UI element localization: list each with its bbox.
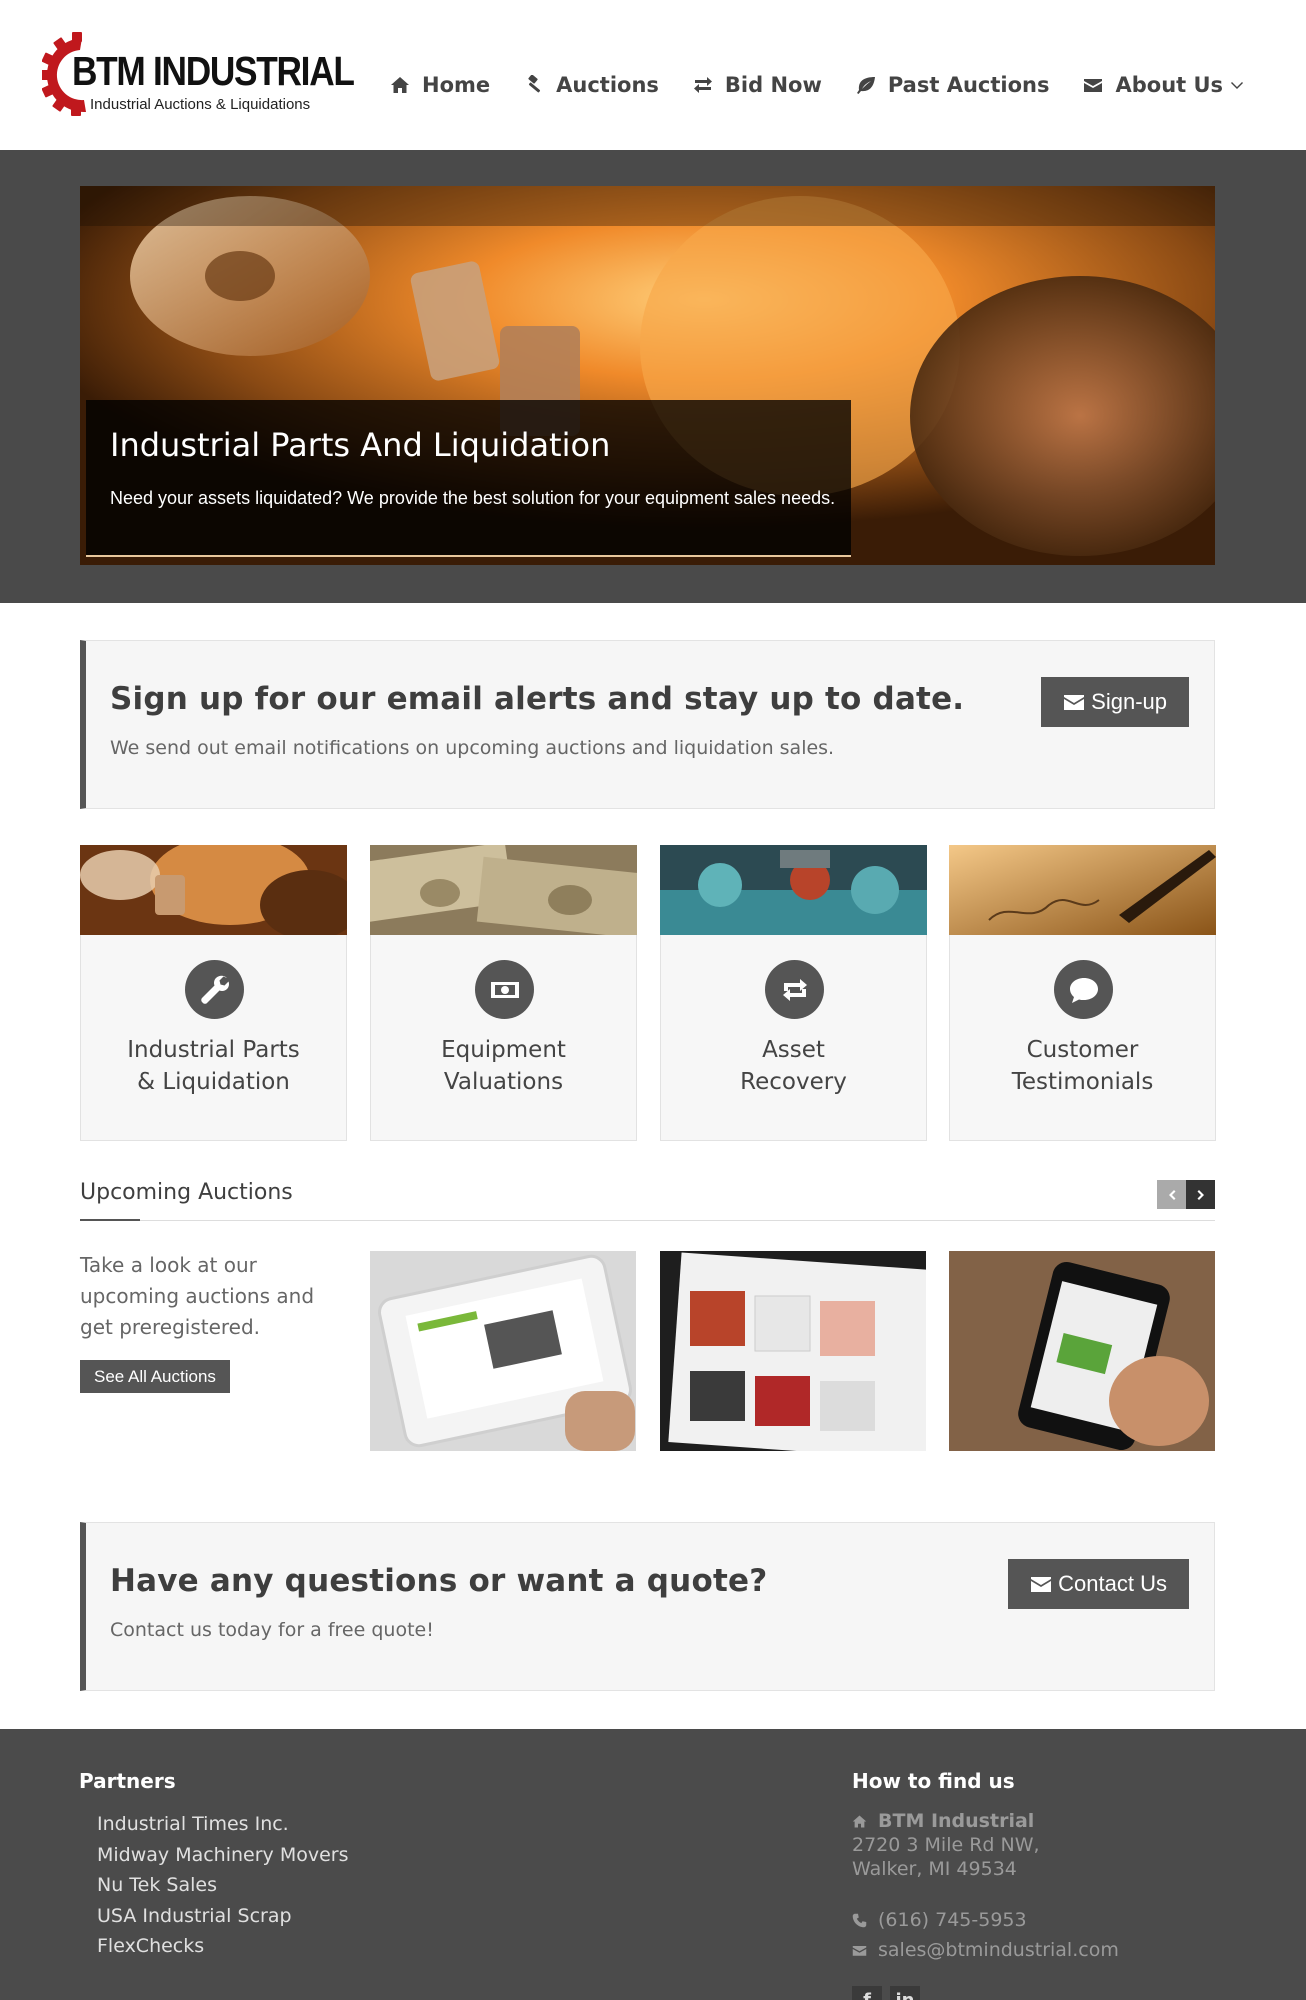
signup-title: Sign up for our email alerts and stay up… xyxy=(110,681,965,717)
chevron-down-icon xyxy=(1231,82,1244,89)
hero-caption: Industrial Parts And Liquidation Need yo… xyxy=(86,400,851,557)
brand-name: BTM INDUSTRIAL xyxy=(72,48,355,94)
contact-us-button-label: Contact Us xyxy=(1058,1571,1167,1596)
nav-about-us[interactable]: About Us xyxy=(1083,68,1244,102)
partner-link[interactable]: FlexChecks xyxy=(97,1931,349,1962)
company-name: BTM Industrial xyxy=(878,1810,1035,1832)
phone-number[interactable]: (616) 745-5953 xyxy=(878,1908,1027,1932)
nav-past-auctions[interactable]: Past Auctions xyxy=(856,68,1050,102)
card-label: Customer Testimonials xyxy=(1011,1037,1154,1095)
site-footer: Partners Industrial Times Inc. Midway Ma… xyxy=(0,1729,1306,2000)
exchange-icon xyxy=(693,77,712,93)
email-link[interactable]: sales@btmindustrial.com xyxy=(878,1938,1119,1962)
gavel-icon xyxy=(528,75,541,93)
nav-auctions[interactable]: Auctions xyxy=(524,68,659,102)
card-image-equipment xyxy=(660,845,927,935)
home-icon xyxy=(852,1815,867,1827)
nav-auctions-label: Auctions xyxy=(556,73,659,97)
address-line-1: 2720 3 Mile Rd NW, xyxy=(852,1834,1040,1856)
nav-about-us-label: About Us xyxy=(1115,73,1224,97)
auction-thumbnail[interactable] xyxy=(370,1251,636,1451)
retweet-icon xyxy=(782,978,807,1001)
hero-slider[interactable]: Industrial Parts And Liquidation Need yo… xyxy=(80,186,1215,565)
nav-home[interactable]: Home xyxy=(390,68,490,102)
nav-past-auctions-label: Past Auctions xyxy=(887,73,1050,97)
feature-card-customer-testimonials[interactable]: Customer Testimonials xyxy=(949,845,1216,1141)
site-header: BTM INDUSTRIAL Industrial Auctions & Liq… xyxy=(0,0,1306,150)
see-all-auctions-button[interactable]: See All Auctions xyxy=(80,1360,230,1393)
partners-heading: Partners xyxy=(79,1769,176,1793)
wrench-icon xyxy=(200,975,229,1004)
hero-subtitle: Need your assets liquidated? We provide … xyxy=(110,488,836,508)
quote-text: Contact us today for a free quote! xyxy=(110,1619,434,1641)
card-image-money xyxy=(370,845,637,935)
carousel-prev-button[interactable] xyxy=(1157,1180,1186,1209)
card-image-machinery xyxy=(80,845,347,935)
hero-title: Industrial Parts And Liquidation xyxy=(110,426,611,464)
signup-text: We send out email notifications on upcom… xyxy=(110,737,835,759)
leaf-icon xyxy=(856,77,875,94)
chevron-left-icon xyxy=(1168,1189,1175,1200)
card-image-pen xyxy=(949,845,1216,935)
envelope-icon xyxy=(1064,695,1085,710)
address-line-2: Walker, MI 49534 xyxy=(852,1858,1017,1880)
monitor-screenshot-image xyxy=(660,1251,926,1451)
upcoming-auctions-heading: Upcoming Auctions xyxy=(80,1180,293,1205)
signup-callout: Sign up for our email alerts and stay up… xyxy=(80,640,1215,809)
contact-us-button[interactable]: Contact Us xyxy=(1008,1559,1189,1609)
find-us-heading: How to find us xyxy=(852,1769,1015,1793)
main-nav: Home Auctions Bid Now Past Auctions Abou… xyxy=(390,68,1278,102)
social-links: f in xyxy=(852,1986,920,2000)
auction-thumbnail[interactable] xyxy=(949,1251,1215,1451)
money-icon xyxy=(490,981,519,998)
chevron-right-icon xyxy=(1197,1189,1204,1200)
see-all-auctions-label: See All Auctions xyxy=(94,1366,216,1386)
contact-info: BTM Industrial 2720 3 Mile Rd NW, Walker… xyxy=(852,1809,1119,1962)
section-divider-accent xyxy=(80,1219,140,1221)
home-icon xyxy=(391,77,409,93)
partner-link[interactable]: Industrial Times Inc. xyxy=(97,1809,349,1840)
card-icon-circle xyxy=(475,960,534,1019)
brand-logo[interactable]: BTM INDUSTRIAL Industrial Auctions & Liq… xyxy=(42,30,355,120)
nav-bid-now[interactable]: Bid Now xyxy=(693,68,822,102)
envelope-icon xyxy=(1084,79,1103,92)
tablet-screenshot-image xyxy=(370,1251,636,1451)
signup-button-label: Sign-up xyxy=(1091,689,1167,714)
signup-button[interactable]: Sign-up xyxy=(1041,677,1189,727)
card-icon-circle xyxy=(1054,960,1113,1019)
carousel-next-button[interactable] xyxy=(1186,1180,1215,1209)
nav-home-label: Home xyxy=(422,73,491,97)
linkedin-icon[interactable]: in xyxy=(890,1986,920,2000)
feature-card-asset-recovery[interactable]: Asset Recovery xyxy=(660,845,927,1141)
partners-list: Industrial Times Inc. Midway Machinery M… xyxy=(97,1809,349,1962)
partner-link[interactable]: USA Industrial Scrap xyxy=(97,1901,349,1932)
brand-tagline: Industrial Auctions & Liquidations xyxy=(90,96,311,113)
section-divider xyxy=(80,1220,1215,1221)
upcoming-auctions-text: Take a look at our upcoming auctions and… xyxy=(80,1253,315,1339)
partner-link[interactable]: Midway Machinery Movers xyxy=(97,1840,349,1871)
feature-card-equipment-valuations[interactable]: Equipment Valuations xyxy=(370,845,637,1141)
facebook-icon[interactable]: f xyxy=(852,1986,882,2000)
card-label: Asset Recovery xyxy=(740,1037,847,1095)
quote-callout: Have any questions or want a quote? Cont… xyxy=(80,1522,1215,1691)
card-icon-circle xyxy=(765,960,824,1019)
card-label: Equipment Valuations xyxy=(441,1037,566,1095)
nav-bid-now-label: Bid Now xyxy=(724,73,822,97)
phone-icon xyxy=(852,1913,867,1927)
envelope-icon xyxy=(852,1945,867,1956)
card-icon-circle xyxy=(185,960,244,1019)
partner-link[interactable]: Nu Tek Sales xyxy=(97,1870,349,1901)
card-label: Industrial Parts & Liquidation xyxy=(127,1037,300,1095)
envelope-icon xyxy=(1031,1577,1052,1592)
phone-screenshot-image xyxy=(949,1251,1215,1451)
comment-icon xyxy=(1069,977,1098,1003)
quote-title: Have any questions or want a quote? xyxy=(110,1563,768,1599)
auction-thumbnail[interactable] xyxy=(660,1251,926,1451)
feature-card-industrial-parts[interactable]: Industrial Parts & Liquidation xyxy=(80,845,347,1141)
